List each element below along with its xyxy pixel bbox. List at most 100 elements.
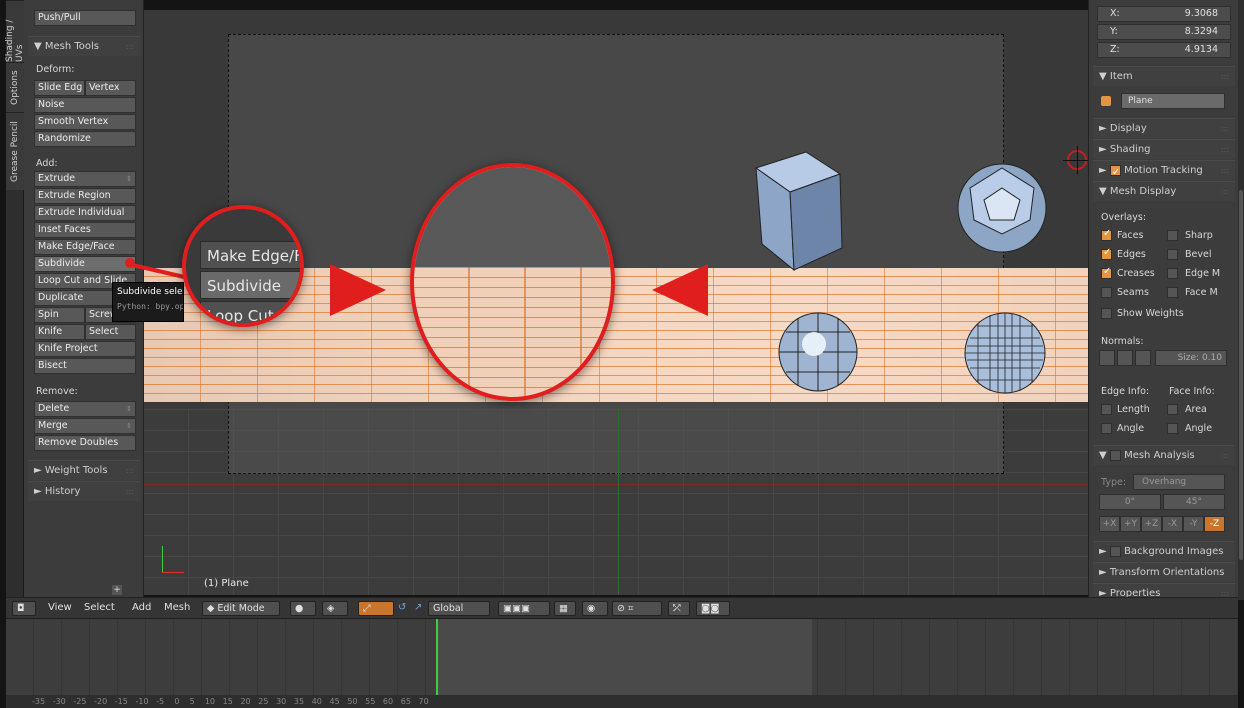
mesh-analysis-panel-header[interactable]: ▼ Mesh Analysis::: — [1093, 445, 1235, 465]
scale-manipulator-icon[interactable]: ↗ — [414, 602, 422, 613]
length-checkbox[interactable] — [1101, 404, 1112, 415]
cursor-x-field[interactable]: X: 9.3068 — [1097, 6, 1231, 22]
drag-handle-icon[interactable]: ::: — [1221, 119, 1229, 139]
mesh-analysis-checkbox[interactable] — [1109, 449, 1121, 461]
slide-edge-button[interactable]: Slide Edg — [34, 80, 85, 96]
scrollbar-thumb[interactable] — [1239, 190, 1243, 560]
delete-button[interactable]: Delete ⇕ — [34, 401, 136, 417]
bevel-checkbox[interactable] — [1167, 249, 1178, 260]
motion-tracking-panel-header[interactable]: ► Motion Tracking::: — [1093, 160, 1235, 183]
cursor-y-field[interactable]: Y: 8.3294 — [1097, 24, 1231, 40]
make-edge-face-button[interactable]: Make Edge/Face — [34, 239, 136, 255]
drag-handle-icon[interactable]: ::: — [1221, 182, 1229, 202]
show-weights-checkbox[interactable] — [1101, 308, 1112, 319]
vertex-normals-icon[interactable] — [1099, 350, 1115, 366]
timeline-ruler[interactable]: -35 -30 -25 -20 -15 -10 -5 0 5 10 15 20 … — [6, 695, 1238, 708]
range-min-field[interactable]: 0° — [1099, 494, 1161, 510]
spin-button[interactable]: Spin — [34, 307, 85, 323]
orientation-select[interactable]: Global — [428, 601, 490, 616]
remove-doubles-button[interactable]: Remove Doubles — [34, 435, 136, 451]
loop-normals-icon[interactable] — [1117, 350, 1133, 366]
drag-handle-icon[interactable]: ::: — [1221, 446, 1229, 466]
snap-target-icon[interactable]: ⤱ — [668, 601, 690, 616]
select-menu[interactable]: Select — [84, 602, 115, 613]
shading-select-icon[interactable]: ● — [290, 601, 316, 616]
drag-handle-icon[interactable]: ::: — [126, 461, 134, 481]
occlude-geometry-icon[interactable]: ▦ — [554, 601, 576, 616]
properties-scrollbar[interactable] — [1238, 0, 1244, 600]
editor-type-icon[interactable]: ◘ — [12, 601, 36, 616]
axis-pos-x-button[interactable]: +X — [1099, 516, 1120, 532]
render-preview-icon[interactable]: ◙◙ — [696, 601, 730, 616]
timeline[interactable]: -35 -30 -25 -20 -15 -10 -5 0 5 10 15 20 … — [6, 619, 1238, 708]
area-checkbox[interactable] — [1167, 404, 1178, 415]
proportional-edit-icon[interactable]: ◉ — [582, 601, 608, 616]
merge-button[interactable]: Merge ⇕ — [34, 418, 136, 434]
tab-options[interactable]: Options — [6, 62, 24, 112]
drag-handle-icon[interactable]: ::: — [126, 482, 134, 502]
tab-grease-pencil[interactable]: Grease Pencil — [6, 112, 24, 190]
tab-shading-uvs[interactable]: Shading / UVs — [5, 0, 25, 62]
weight-tools-panel-header[interactable]: ► Weight Tools::: — [28, 460, 140, 480]
rotate-manipulator-icon[interactable]: ↺ — [398, 602, 406, 613]
display-panel-header[interactable]: ► Display::: — [1093, 118, 1235, 138]
axis-pos-y-button[interactable]: +Y — [1120, 516, 1141, 532]
snap-settings-icon[interactable]: ⊘ ⌗ — [612, 601, 662, 616]
face-normals-icon[interactable] — [1135, 350, 1151, 366]
randomize-button[interactable]: Randomize — [34, 131, 136, 147]
drag-handle-icon[interactable]: ::: — [126, 37, 134, 57]
knife-project-button[interactable]: Knife Project — [34, 341, 136, 357]
3d-cursor-icon[interactable] — [1063, 146, 1091, 174]
item-panel-header[interactable]: ▼ Item::: — [1093, 66, 1235, 86]
plus-icon[interactable]: + — [112, 585, 122, 595]
creases-checkbox[interactable] — [1101, 266, 1112, 279]
mode-select[interactable]: ◆ Edit Mode — [202, 601, 280, 616]
axis-neg-x-button[interactable]: -X — [1162, 516, 1183, 532]
cursor-z-field[interactable]: Z: 4.9134 — [1097, 42, 1231, 58]
knife-button[interactable]: Knife — [34, 324, 85, 340]
motion-tracking-checkbox[interactable] — [1109, 163, 1121, 183]
subdivide-button[interactable]: Subdivide — [34, 256, 136, 272]
object-name-field[interactable]: Plane — [1121, 93, 1225, 109]
axis-neg-z-button[interactable]: -Z — [1204, 516, 1225, 532]
shading-panel-header[interactable]: ► Shading::: — [1093, 139, 1235, 159]
drag-handle-icon[interactable]: ::: — [1221, 67, 1229, 87]
face-marks-checkbox[interactable] — [1167, 287, 1178, 298]
extrude-individual-button[interactable]: Extrude Individual — [34, 205, 136, 221]
pivot-select-icon[interactable]: ◈ — [322, 601, 348, 616]
axis-pos-z-button[interactable]: +Z — [1141, 516, 1162, 532]
extrude-button[interactable]: Extrude ⇕ — [34, 171, 136, 187]
smooth-vertex-button[interactable]: Smooth Vertex — [34, 114, 136, 130]
view-menu[interactable]: View — [48, 602, 72, 613]
analysis-type-select[interactable]: Overhang — [1133, 474, 1225, 490]
background-images-panel-header[interactable]: ► Background Images — [1093, 541, 1235, 561]
mesh-menu[interactable]: Mesh — [164, 602, 190, 613]
edge-angle-checkbox[interactable] — [1101, 423, 1112, 434]
manipulator-icon[interactable]: ⤢ — [358, 601, 394, 616]
bisect-button[interactable]: Bisect — [34, 358, 136, 374]
knife-select-button[interactable]: Select — [85, 324, 136, 340]
face-angle-checkbox[interactable] — [1167, 423, 1178, 434]
range-max-field[interactable]: 45° — [1163, 494, 1225, 510]
mesh-tools-panel-header[interactable]: ▼ Mesh Tools::: — [28, 36, 140, 56]
push-pull-button[interactable]: Push/Pull — [34, 10, 136, 26]
inset-faces-button[interactable]: Inset Faces — [34, 222, 136, 238]
drag-handle-icon[interactable]: ::: — [1221, 161, 1229, 181]
slide-vertex-button[interactable]: Vertex — [85, 80, 136, 96]
select-mode-buttons[interactable]: ▣▣▣ — [498, 601, 550, 616]
mesh-display-panel-header[interactable]: ▼ Mesh Display::: — [1093, 181, 1235, 201]
add-menu[interactable]: Add — [132, 602, 151, 613]
normal-size-field[interactable]: Size: 0.10 — [1155, 350, 1227, 366]
seams-checkbox[interactable] — [1101, 287, 1112, 298]
sharp-checkbox[interactable] — [1167, 230, 1178, 241]
edge-marks-checkbox[interactable] — [1167, 268, 1178, 279]
noise-button[interactable]: Noise — [34, 97, 136, 113]
transform-orientations-panel-header[interactable]: ► Transform Orientations — [1093, 562, 1235, 582]
edges-checkbox[interactable] — [1101, 247, 1112, 260]
history-panel-header[interactable]: ► History::: — [28, 481, 140, 501]
background-images-checkbox[interactable] — [1109, 545, 1121, 557]
faces-checkbox[interactable] — [1101, 228, 1112, 241]
drag-handle-icon[interactable]: ::: — [1221, 140, 1229, 160]
extrude-region-button[interactable]: Extrude Region — [34, 188, 136, 204]
axis-neg-y-button[interactable]: -Y — [1183, 516, 1204, 532]
